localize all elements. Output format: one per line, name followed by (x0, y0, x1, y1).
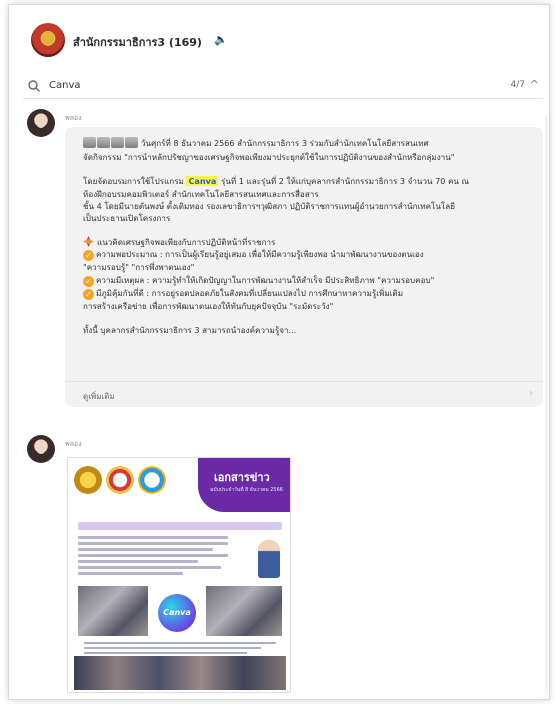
sender-avatar[interactable] (27, 109, 55, 137)
check-icon: ✓ (83, 275, 94, 287)
check-icon: ✓ (83, 250, 94, 262)
message-line: ความมีเหตุผล : ความรู้ทำให้เกิดปัญญาในกา… (96, 274, 435, 285)
poster-photo (78, 586, 148, 636)
chat-header: สำนักกรรมาธิการ3 (169) 🔈 (9, 5, 549, 71)
poster-headline (78, 522, 282, 530)
chat-window: สำนักกรรมาธิการ3 (169) 🔈 4/7 ^ พลอง วันศ… (8, 4, 550, 700)
message-line: ความพอประมาณ : การเป็นผู้เรียนรู้อยู่เสม… (96, 249, 424, 260)
chevron-up-icon[interactable]: ^ (530, 78, 539, 91)
message-bubble[interactable]: วันศุกร์ที่ 8 ธันวาคม 2566 สำนักกรรมาธิก… (65, 127, 543, 407)
search-bar: 4/7 ^ (23, 77, 543, 99)
message-line: จัดกิจกรรม "การนำหลักปรัชญาของเศรษฐกิจพอ… (83, 152, 455, 163)
search-input[interactable] (49, 80, 429, 91)
poster-header: เอกสารข่าว ฉบับประจำวันที่ 8 ธันวาคม 256… (68, 458, 290, 522)
chevron-right-icon[interactable]: › (529, 388, 533, 399)
check-icon: ✓ (83, 288, 94, 300)
message-line: เป็นประธานเปิดโครงการ (83, 213, 171, 224)
poster-figure (258, 540, 280, 578)
diamond-flower-icon (83, 236, 94, 248)
poster-text (84, 642, 276, 657)
read-more-row[interactable]: ดูเพิ่มเติม › (65, 381, 543, 407)
message-line: มีภูมิคุ้มกันที่ดี : การอยู่รอดปลอดภัยใน… (96, 287, 404, 298)
search-highlight: Canva (186, 176, 219, 187)
speaker-icon[interactable]: 🔈 (214, 33, 228, 46)
message-line: รุ่นที่ 1 และรุ่นที่ 2 ให้แก่บุคลากรสำนั… (220, 176, 470, 187)
group-avatar[interactable] (31, 23, 65, 57)
message-text: วันศุกร์ที่ 8 ธันวาคม 2566 สำนักกรรมาธิก… (83, 137, 535, 336)
poster-text (78, 536, 228, 578)
logo-icon (74, 466, 102, 494)
message-line: ทั้งนี้ บุคลากรสำนักกรรมาธิการ 3 สามารถน… (83, 324, 297, 335)
poster-banner-subtitle: ฉบับประจำวันที่ 8 ธันวาคม 2566 (210, 487, 283, 493)
scrollbar[interactable] (545, 115, 547, 695)
message-line: แนวคิดเศรษฐกิจพอเพียงกับการปฏิบัติหน้าที… (97, 237, 276, 248)
group-title[interactable]: สำนักกรรมาธิการ3 (169) (73, 33, 202, 51)
message-line: ชั้น 4 โดยมีนายตันพงษ์ ตั้งเติมทอง รองเล… (83, 200, 455, 211)
message-line: โดยจัดอบรมการใช้โปรแกรม (83, 176, 184, 187)
emoji-faces-icon (83, 137, 139, 151)
search-match-count: 4/7 (510, 80, 525, 90)
sender-name: พลอง (65, 114, 82, 122)
message-line: ห้องฝึกอบรมคอมพิวเตอร์ สำนักเทคโนโลยีสาร… (83, 188, 319, 199)
message-line: วันศุกร์ที่ 8 ธันวาคม 2566 สำนักกรรมาธิก… (141, 138, 429, 148)
poster-banner: เอกสารข่าว ฉบับประจำวันที่ 8 ธันวาคม 256… (198, 458, 290, 512)
poster-photo (206, 586, 282, 636)
poster-banner-title: เอกสารข่าว (214, 471, 270, 484)
message-line: การสร้างเครือข่าย เพื่อการพัฒนาตนเองให้ท… (83, 300, 334, 311)
logo-icon (106, 466, 134, 494)
sender-name: พลอง (65, 440, 82, 448)
logo-icon (138, 466, 166, 494)
search-icon[interactable] (27, 79, 41, 93)
canva-logo: Canva (158, 594, 196, 632)
sender-avatar[interactable] (27, 435, 55, 463)
poster-group-photo (74, 656, 286, 690)
read-more-link[interactable]: ดูเพิ่มเติม (83, 390, 115, 403)
message-line: "ความรอบรู้" "การพึ่งพาตนเอง" (83, 262, 195, 273)
image-attachment[interactable]: เอกสารข่าว ฉบับประจำวันที่ 8 ธันวาคม 256… (67, 457, 291, 693)
